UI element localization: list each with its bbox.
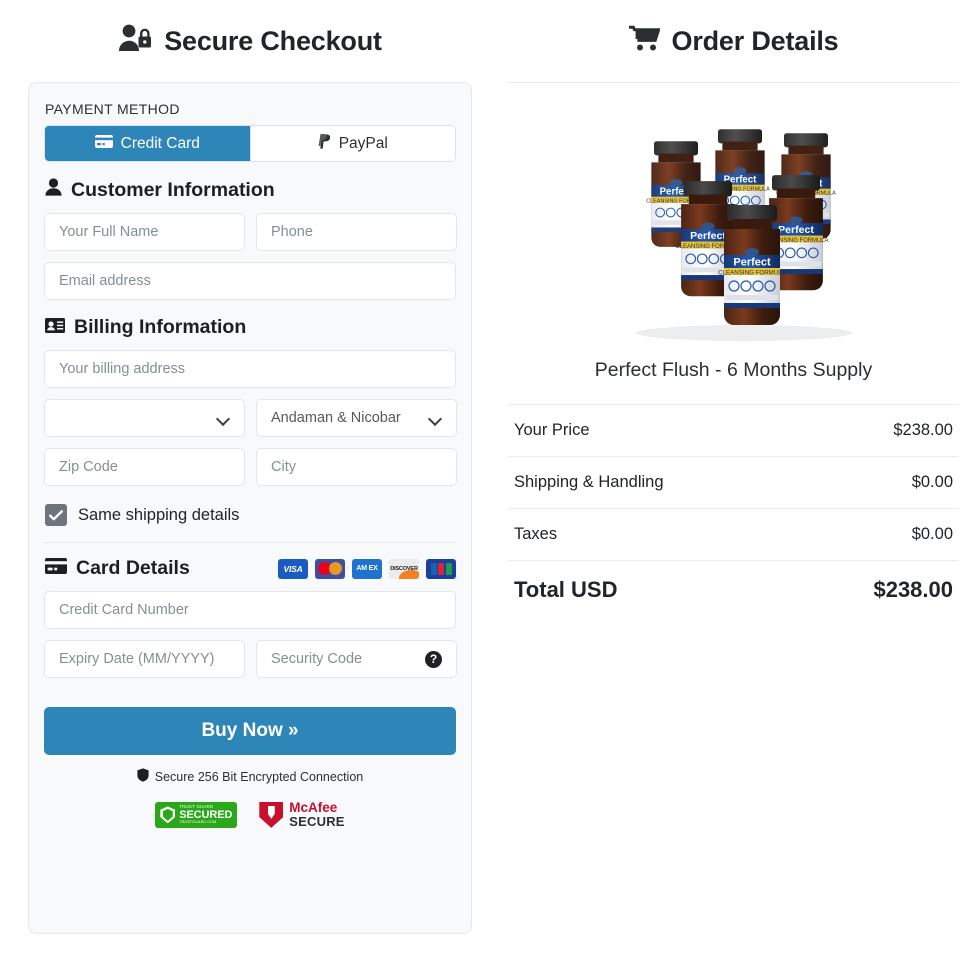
summary-value: $238.00 [893,421,953,439]
secure-connection-text: Secure 256 Bit Encrypted Connection [154,769,364,784]
discover-label: DISCOVER [390,565,418,572]
state-select-value: Andaman & Nicobar [271,410,401,426]
card-details-heading: Card Details VISA AM EX DISCOVER [45,557,456,580]
customer-information-label: Customer Information [71,178,275,201]
summary-label: Shipping & Handling [514,473,664,491]
summary-row-taxes: Taxes $0.00 [508,508,959,560]
billing-address-row: Your billing address [44,350,456,388]
user-lock-icon [118,24,152,59]
amex-label: AM EX [356,565,378,572]
total-label: Total USD [514,576,618,602]
tab-paypal-label: PayPal [338,134,388,152]
mastercard-icon [315,558,345,579]
summary-value: $0.00 [911,525,953,543]
billing-address-input[interactable]: Your billing address [44,350,456,388]
product-name: Perfect Flush - 6 Months Supply [594,359,873,381]
six-bottles-perfect-flush-illustration: Perfect CLEANSING FORMULA [635,128,852,341]
state-select[interactable]: Andaman & Nicobar [256,399,457,437]
checkout-page: Secure Checkout PAYMENT METHOD Credit Ca… [0,0,975,962]
phone-input[interactable]: Phone [256,213,457,251]
city-input[interactable]: City [256,448,457,486]
shield-icon [137,768,149,785]
discover-icon: DISCOVER [389,558,419,579]
customer-information-heading: Customer Information [45,178,456,202]
payment-method-label: PAYMENT METHOD [45,101,180,117]
mcafee-shield-icon [259,801,284,828]
page-title-text: Secure Checkout [164,25,382,56]
summary-row-shipping: Shipping & Handling $0.00 [508,456,959,508]
summary-row-total: Total USD $238.00 [508,560,959,618]
expiry-cvv-row: Expiry Date (MM/YYYY) Security Code ? [44,640,457,678]
chevron-down-icon [429,414,442,422]
card-number-row: Credit Card Number [44,591,456,629]
trust-guard-bottom-text: TRUSTGUARD.COM [179,819,217,824]
summary-row-your-price: Your Price $238.00 [508,404,959,456]
security-code-placeholder: Security Code [271,651,363,667]
order-details-column: Order Details fect FORMULA Perfect Flush… [500,0,975,962]
order-title: Order Details [500,0,967,82]
visa-icon: VISA [278,558,308,579]
card-details-divider [44,542,456,543]
tab-credit-card-label: Credit Card [120,134,200,152]
order-body: Perfect CLEANSING FORMULA [500,82,967,618]
amex-icon: AM EX [352,558,382,579]
full-name-input[interactable]: Your Full Name [44,213,245,251]
credit-card-icon [45,557,67,580]
product-image: Perfect CLEANSING FORMULA [508,83,959,353]
user-icon [45,178,62,202]
tab-credit-card[interactable]: Credit Card [45,126,250,161]
zip-city-row: Zip Code City [44,448,457,486]
jcb-icon [426,558,456,579]
card-number-input[interactable]: Credit Card Number [44,591,456,629]
total-value: $238.00 [873,576,953,602]
trust-guard-shield-icon [160,806,176,824]
security-code-input[interactable]: Security Code ? [256,640,457,678]
trust-badges: TRUST GUARD SECURED TRUSTGUARD.COM McAfe… [44,800,456,830]
same-shipping-label: Same shipping details [78,505,240,524]
country-select[interactable] [44,399,245,437]
country-state-row: Andaman & Nicobar [44,399,457,437]
summary-value: $0.00 [911,473,953,491]
id-card-icon [45,316,65,339]
secure-connection-note: Secure 256 Bit Encrypted Connection [44,768,456,785]
email-row: Email address [44,262,456,300]
trust-guard-secured-badge: TRUST GUARD SECURED TRUSTGUARD.COM [155,801,238,828]
chevron-down-icon [217,414,230,422]
mcafee-main-text: SECURE [289,814,345,830]
buy-now-button[interactable]: Buy Now » [44,707,456,755]
mcafee-top-text: McAfee [289,800,338,815]
visa-label: VISA [283,563,303,574]
accepted-cards: VISA AM EX DISCOVER [278,558,456,579]
page-title: Secure Checkout [28,0,472,82]
card-details-label: Card Details [76,557,190,579]
paypal-icon [318,133,331,154]
payment-panel: PAYMENT METHOD Credit Card PayPal Custom… [28,82,472,934]
name-phone-row: Your Full Name Phone [44,213,457,251]
zip-code-input[interactable]: Zip Code [44,448,245,486]
same-shipping-checkbox-row[interactable]: Same shipping details [45,504,456,526]
question-circle-icon[interactable]: ? [425,650,442,668]
mcafee-secure-badge: McAfee SECURE [259,800,345,830]
email-input[interactable]: Email address [44,262,456,300]
tab-paypal[interactable]: PayPal [249,126,455,161]
shopping-cart-icon [628,25,661,58]
summary-label: Taxes [514,525,558,543]
order-title-text: Order Details [671,25,839,56]
billing-information-label: Billing Information [74,316,247,338]
credit-card-icon [94,134,113,153]
secure-checkout-column: Secure Checkout PAYMENT METHOD Credit Ca… [0,0,500,962]
summary-label: Your Price [514,421,590,439]
same-shipping-checkbox[interactable] [45,504,67,526]
billing-information-heading: Billing Information [45,316,456,339]
payment-method-tabs: Credit Card PayPal [44,125,456,162]
expiry-date-input[interactable]: Expiry Date (MM/YYYY) [44,640,245,678]
